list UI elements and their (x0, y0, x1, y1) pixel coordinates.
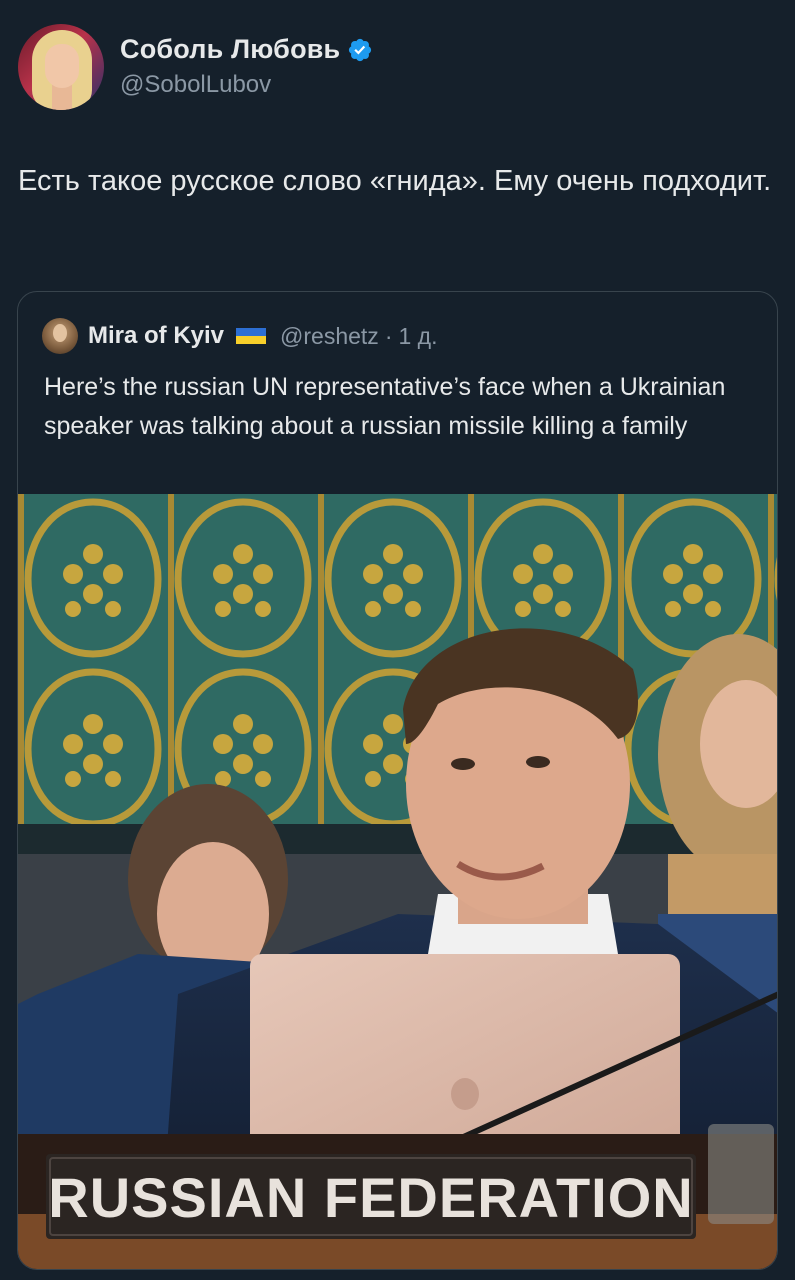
tweet-page: Соболь Любовь @SobolLubov Есть такое рус… (0, 0, 795, 1280)
quoted-author-handle[interactable]: @reshetz (280, 323, 379, 350)
quoted-author-avatar[interactable] (42, 318, 78, 354)
author-avatar[interactable] (18, 24, 104, 110)
author-display-name[interactable]: Соболь Любовь (120, 34, 340, 65)
tweet-header: Соболь Любовь @SobolLubov (18, 24, 373, 110)
nameplate-text: RUSSIAN FEDERATION (48, 1166, 693, 1229)
ukraine-flag-icon (236, 328, 267, 344)
quoted-tweet-text: Here’s the russian UN representative’s f… (44, 373, 726, 440)
quoted-tweet-time[interactable]: 1 д. (398, 323, 437, 350)
quoted-tweet-header: Mira of Kyiv @reshetz · 1 д. (42, 318, 437, 354)
tweet-text: Есть такое русское слово «гнида». Ему оч… (18, 165, 772, 197)
media-photo: RUSSIAN FEDERATION (18, 494, 777, 1269)
quoted-author-name[interactable]: Mira of Kyiv (88, 322, 224, 350)
quoted-tweet-card[interactable]: Mira of Kyiv @reshetz · 1 д. Here’s the … (17, 291, 778, 1270)
author-handle[interactable]: @SobolLubov (120, 71, 373, 99)
author-names: Соболь Любовь @SobolLubov (120, 34, 373, 99)
separator-dot: · (384, 322, 393, 349)
verified-badge-icon[interactable] (347, 37, 373, 63)
quoted-tweet-media[interactable]: RUSSIAN FEDERATION (18, 494, 777, 1269)
